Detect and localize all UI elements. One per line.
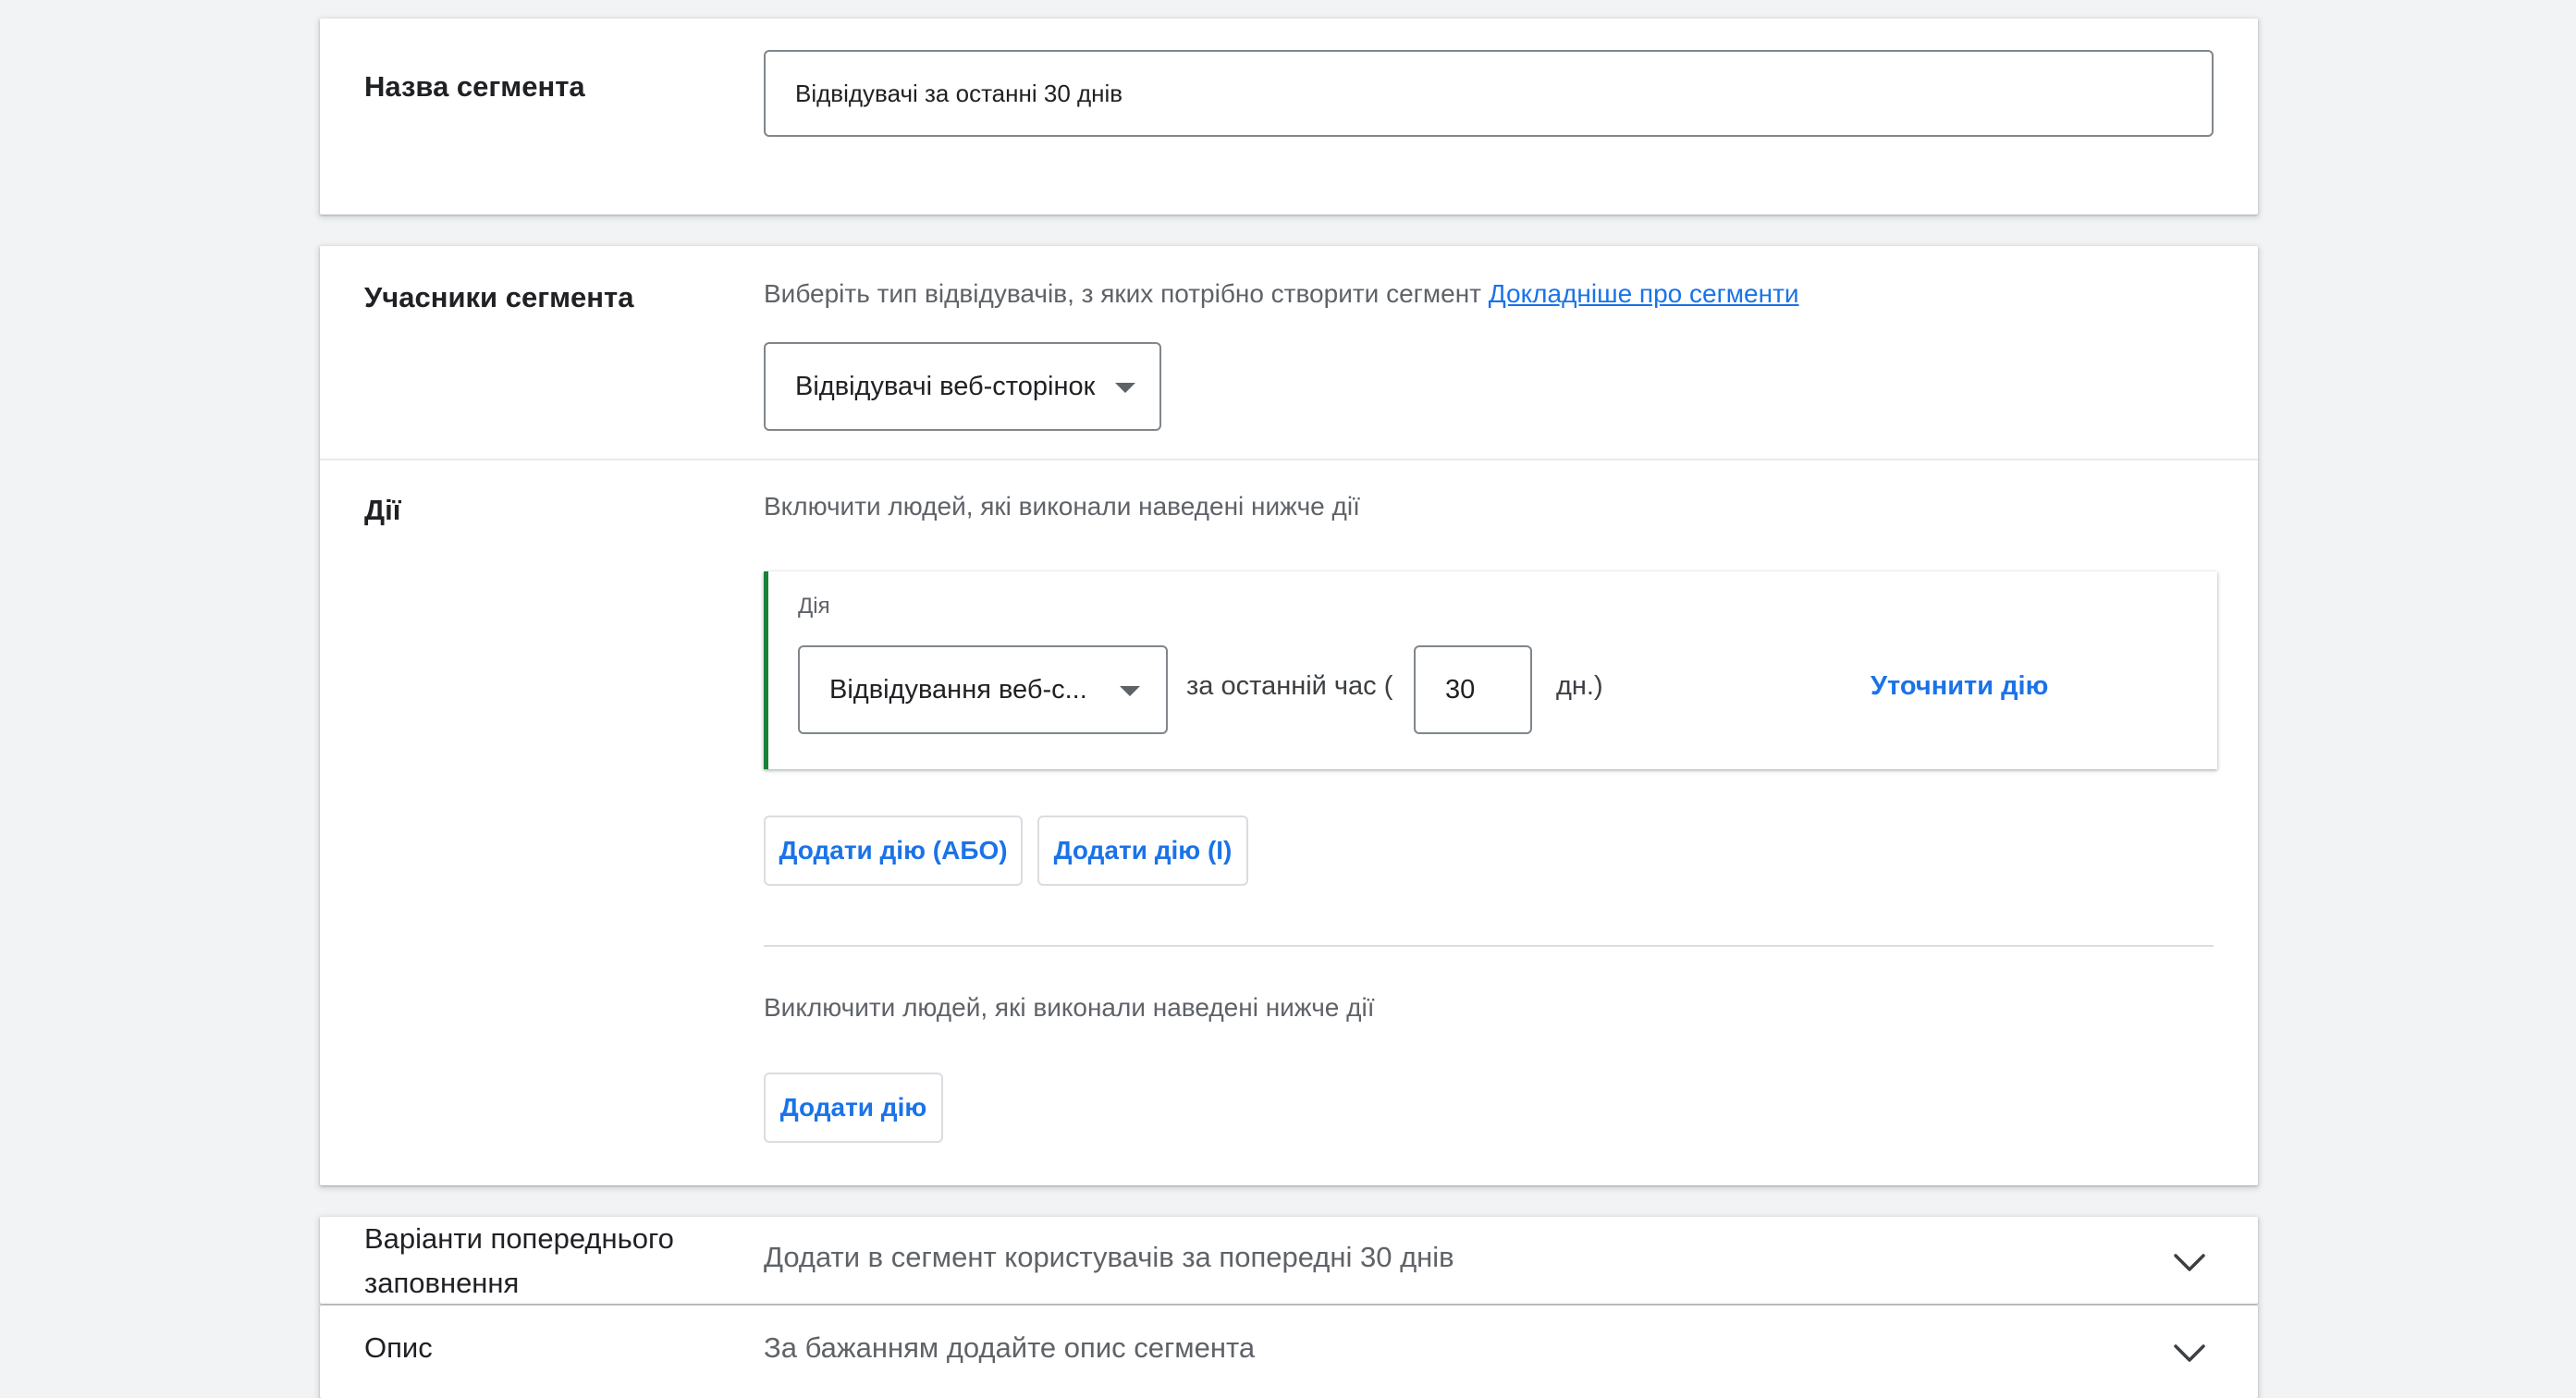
- exclude-text: Виключити людей, які виконали наведені н…: [764, 993, 1375, 1022]
- action-type-value: Відвідування веб-с...: [829, 674, 1087, 705]
- time-prefix: за останній час (: [1186, 671, 1393, 701]
- members-hint-text: Виберіть тип відвідувачів, з яких потріб…: [764, 279, 1481, 308]
- members-divider: [320, 459, 2258, 460]
- members-hint: Виберіть тип відвідувачів, з яких потріб…: [764, 276, 1799, 313]
- action-card: Дія Відвідування веб-с... за останній ча…: [764, 571, 2217, 769]
- prefill-label: Варіанти попереднього заповнення: [364, 1222, 674, 1299]
- refine-action-button[interactable]: Уточнити дію: [1871, 671, 2048, 702]
- days-field[interactable]: [1414, 645, 1532, 734]
- description-placeholder: За бажанням додайте опис сегмента: [764, 1331, 1256, 1364]
- add-exclude-action-button[interactable]: Додати дію: [764, 1073, 943, 1143]
- learn-more-segments-link[interactable]: Докладніше про сегменти: [1489, 279, 1799, 308]
- action-type-select[interactable]: Відвідування веб-с...: [798, 645, 1168, 734]
- segment-name-label: Назва сегмента: [364, 70, 585, 103]
- actions-label: Дії: [364, 494, 401, 526]
- members-actions-card: Учасники сегмента Виберіть тип відвідува…: [320, 246, 2258, 1185]
- visitor-type-value: Відвідувачі веб-сторінок: [795, 371, 1096, 401]
- include-text: Включити людей, які виконали наведені ни…: [764, 492, 1360, 521]
- visitor-type-select[interactable]: Відвідувачі веб-сторінок: [764, 342, 1161, 431]
- members-label: Учасники сегмента: [364, 281, 634, 313]
- segment-name-field[interactable]: [764, 50, 2214, 137]
- segment-name-input[interactable]: [766, 52, 2212, 135]
- prefill-value: Додати в сегмент користувачів за поперед…: [764, 1241, 1454, 1273]
- description-card[interactable]: Опис За бажанням додайте опис сегмента: [320, 1306, 2258, 1398]
- chevron-down-icon[interactable]: [2173, 1252, 2206, 1274]
- add-action-or-button[interactable]: Додати дію (АБО): [764, 816, 1023, 886]
- caret-down-icon: [1115, 383, 1135, 393]
- description-label: Опис: [364, 1331, 433, 1364]
- action-caption: Дія: [798, 594, 830, 619]
- segment-name-card: Назва сегмента: [320, 18, 2258, 215]
- days-input[interactable]: [1416, 647, 1530, 732]
- add-action-and-button[interactable]: Додати дію (І): [1037, 816, 1248, 886]
- chevron-down-icon[interactable]: [2173, 1343, 2206, 1365]
- days-suffix: дн.): [1556, 671, 1603, 701]
- prefill-card[interactable]: Варіанти попереднього заповнення Додати …: [320, 1217, 2258, 1304]
- caret-down-icon: [1120, 686, 1140, 696]
- actions-divider: [764, 945, 2214, 947]
